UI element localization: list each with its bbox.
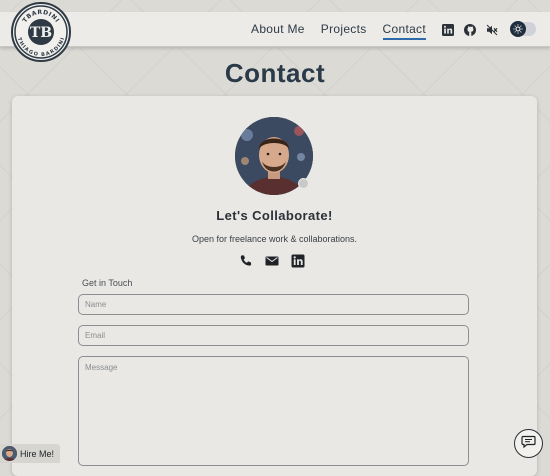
form-title: Get in Touch xyxy=(82,278,133,288)
nav-bar: About Me Projects Contact xyxy=(251,12,550,46)
collab-subtitle: Open for freelance work & collaborations… xyxy=(191,234,358,244)
email-field[interactable] xyxy=(78,325,469,346)
nav-link-contact[interactable]: Contact xyxy=(382,12,427,46)
mail-icon[interactable] xyxy=(265,254,279,268)
name-field[interactable] xyxy=(78,294,469,315)
site-logo[interactable]: TBARDINI THIAGO BARDINI TB xyxy=(11,2,71,62)
theme-toggle[interactable] xyxy=(510,21,536,37)
logo-monogram: TB xyxy=(30,25,52,41)
sound-muted-icon[interactable] xyxy=(486,23,498,36)
chat-button[interactable] xyxy=(514,429,543,458)
message-field[interactable] xyxy=(78,356,469,466)
linkedin-icon[interactable] xyxy=(442,23,454,36)
collab-heading: Let's Collaborate! xyxy=(216,208,333,223)
contact-card: Let's Collaborate! Open for freelance wo… xyxy=(12,96,537,476)
hire-me-button[interactable]: Hire Me! xyxy=(0,444,61,463)
linkedin-icon[interactable] xyxy=(291,254,305,268)
contact-icon-row xyxy=(239,254,317,268)
sun-icon xyxy=(510,21,526,37)
chat-icon xyxy=(521,434,536,454)
top-navbar: About Me Projects Contact xyxy=(0,12,550,47)
page-title: Contact xyxy=(224,58,326,88)
nav-link-about[interactable]: About Me xyxy=(251,12,305,46)
status-indicator xyxy=(298,178,309,189)
nav-link-projects[interactable]: Projects xyxy=(321,12,367,46)
github-icon[interactable] xyxy=(464,23,476,36)
hire-avatar xyxy=(2,446,17,461)
phone-icon[interactable] xyxy=(239,254,253,268)
hire-me-label: Hire Me! xyxy=(20,448,55,459)
